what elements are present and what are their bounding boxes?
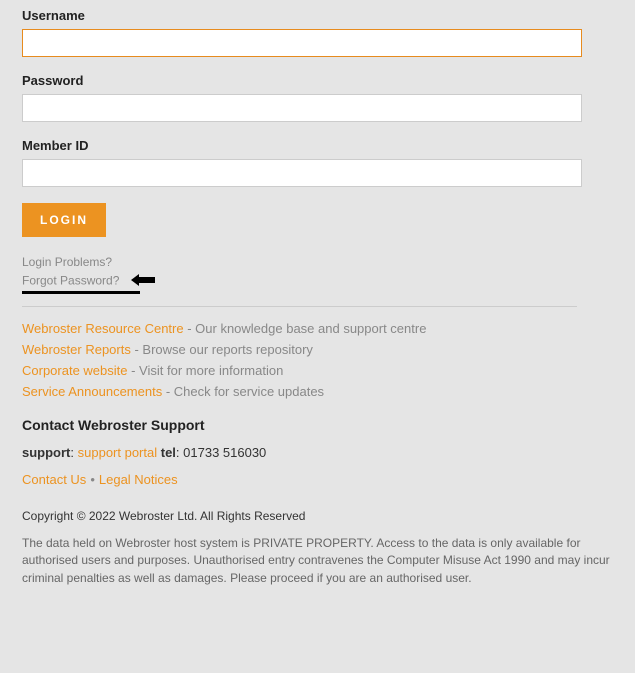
support-line: support: support portal tel: 01733 51603… (22, 445, 613, 460)
tel-label: tel (161, 445, 176, 460)
support-label: support (22, 445, 70, 460)
divider (22, 306, 577, 307)
login-problems-link[interactable]: Login Problems? (22, 255, 112, 269)
username-input[interactable] (22, 29, 582, 57)
support-heading: Contact Webroster Support (22, 417, 613, 433)
resource-links: Webroster Resource Centre - Our knowledg… (22, 321, 613, 399)
announcements-desc: - Check for service updates (162, 384, 324, 399)
password-field: Password (22, 73, 613, 122)
bullet-separator: • (90, 472, 95, 487)
corporate-desc: - Visit for more information (128, 363, 284, 378)
support-colon: : (70, 445, 77, 460)
copyright-text: Copyright © 2022 Webroster Ltd. All Righ… (22, 509, 613, 523)
reports-link[interactable]: Webroster Reports (22, 342, 131, 357)
contact-us-link[interactable]: Contact Us (22, 472, 86, 487)
disclaimer-text: The data held on Webroster host system i… (22, 535, 613, 587)
reports-desc: - Browse our reports repository (131, 342, 313, 357)
tel-value: : 01733 516030 (176, 445, 266, 460)
memberid-field: Member ID (22, 138, 613, 187)
login-button[interactable]: LOGIN (22, 203, 106, 237)
password-input[interactable] (22, 94, 582, 122)
password-label: Password (22, 73, 613, 88)
forgot-password-link[interactable]: Forgot Password? (22, 274, 119, 288)
memberid-input[interactable] (22, 159, 582, 187)
username-field: Username (22, 8, 613, 57)
legal-notices-link[interactable]: Legal Notices (99, 472, 178, 487)
announcements-link[interactable]: Service Announcements (22, 384, 162, 399)
support-portal-link[interactable]: support portal (78, 445, 158, 460)
memberid-label: Member ID (22, 138, 613, 153)
help-links: Login Problems? Forgot Password? (22, 255, 613, 294)
username-label: Username (22, 8, 613, 23)
arrow-left-icon (129, 273, 159, 290)
corporate-link[interactable]: Corporate website (22, 363, 128, 378)
contact-line: Contact Us • Legal Notices (22, 472, 613, 487)
resource-centre-link[interactable]: Webroster Resource Centre (22, 321, 184, 336)
resource-centre-desc: - Our knowledge base and support centre (184, 321, 427, 336)
underline-annotation (22, 291, 140, 294)
